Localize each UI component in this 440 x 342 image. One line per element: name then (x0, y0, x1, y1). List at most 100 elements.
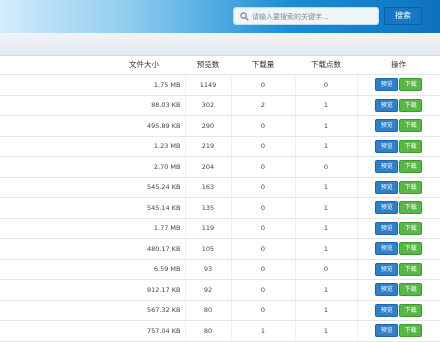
table-header: 文件大小 预览数 下载量 下载点数 操作 (0, 55, 440, 75)
download-count-cell: 0 (231, 74, 296, 96)
download-count-cell: 0 (231, 177, 296, 198)
search-icon (240, 12, 249, 21)
file-size-cell: 545.14 KB (0, 197, 186, 219)
download-points-cell: 1 (295, 218, 358, 239)
actions-cell: 预览 下载 (357, 95, 440, 116)
table-row: 1.77 MB 119 0 1 预览 下载 (0, 218, 440, 239)
preview-button[interactable]: 预览 (375, 303, 399, 317)
download-count-cell: 2 (231, 95, 296, 116)
actions-cell: 预览 下载 (357, 279, 440, 301)
file-size-cell: 480.17 KB (0, 238, 186, 260)
download-button[interactable]: 下载 (399, 201, 423, 215)
download-button[interactable]: 下载 (399, 283, 423, 297)
column-header-size: 文件大小 (0, 55, 185, 75)
download-count-cell: 0 (231, 300, 296, 321)
download-points-cell: 1 (295, 300, 358, 321)
preview-button[interactable]: 预览 (375, 242, 399, 256)
preview-count-cell: 204 (185, 156, 232, 178)
download-button[interactable]: 下载 (399, 262, 423, 276)
download-points-cell: 1 (295, 136, 358, 157)
preview-count-cell: 119 (185, 218, 232, 239)
download-count-cell: 0 (231, 259, 296, 280)
search-box[interactable] (233, 7, 379, 25)
actions-cell: 预览 下载 (357, 177, 440, 198)
download-points-cell: 1 (295, 238, 358, 260)
preview-count-cell: 92 (185, 279, 232, 301)
preview-button[interactable]: 预览 (375, 78, 399, 92)
download-button[interactable]: 下载 (399, 139, 423, 153)
table-row: 88.03 KB 302 2 1 预览 下载 (0, 95, 440, 116)
download-button[interactable]: 下载 (399, 119, 423, 133)
file-size-cell: 1.75 MB (0, 74, 186, 96)
table-row: 545.24 KB 163 0 1 预览 下载 (0, 177, 440, 198)
preview-button[interactable]: 预览 (375, 139, 399, 153)
file-table: 文件大小 预览数 下载量 下载点数 操作 1.75 MB 1149 0 0 预览 下载 88… (0, 55, 440, 342)
actions-cell: 预览 下载 (357, 74, 440, 96)
preview-button[interactable]: 预览 (375, 160, 399, 174)
preview-button[interactable]: 预览 (375, 119, 399, 133)
preview-button[interactable]: 预览 (375, 262, 399, 276)
search-input[interactable] (252, 10, 374, 23)
download-points-cell: 0 (295, 74, 358, 96)
download-count-cell: 0 (231, 218, 296, 239)
actions-cell: 预览 下载 (357, 136, 440, 157)
table-row: 1.75 MB 1149 0 0 预览 下载 (0, 74, 440, 96)
file-size-cell: 495.89 KB (0, 115, 186, 137)
preview-count-cell: 135 (185, 197, 232, 219)
preview-count-cell: 80 (185, 300, 232, 321)
download-button[interactable]: 下载 (399, 221, 423, 235)
preview-count-cell: 163 (185, 177, 232, 198)
file-size-cell: 567.32 KB (0, 300, 186, 321)
top-banner: 搜索 (0, 0, 440, 33)
column-header-previews[interactable]: 预览数 (185, 55, 231, 75)
column-header-points[interactable]: 下载点数 (295, 55, 357, 75)
table-row: 480.17 KB 105 0 1 预览 下载 (0, 238, 440, 260)
table-row: 2.70 MB 204 0 0 预览 下载 (0, 156, 440, 178)
table-row: 6.59 MB 93 0 0 预览 下载 (0, 259, 440, 280)
column-header-downloads[interactable]: 下载量 (231, 55, 295, 75)
table-row: 495.89 KB 290 0 1 预览 下载 (0, 115, 440, 137)
download-button[interactable]: 下载 (399, 98, 423, 112)
actions-cell: 预览 下载 (357, 300, 440, 321)
actions-cell: 预览 下载 (357, 115, 440, 137)
file-size-cell: 545.24 KB (0, 177, 186, 198)
download-points-cell: 1 (295, 95, 358, 116)
preview-button[interactable]: 预览 (375, 98, 399, 112)
download-points-cell: 0 (295, 259, 358, 280)
preview-button[interactable]: 预览 (375, 283, 399, 297)
download-button[interactable]: 下载 (399, 78, 423, 92)
download-count-cell: 0 (231, 115, 296, 137)
download-button[interactable]: 下载 (399, 242, 423, 256)
download-button[interactable]: 下载 (399, 180, 423, 194)
download-count-cell: 0 (231, 238, 296, 260)
actions-cell: 预览 下载 (357, 238, 440, 260)
actions-cell: 预览 下载 (357, 156, 440, 178)
column-header-actions: 操作 (357, 55, 440, 75)
table-row: 1.23 MB 219 0 1 预览 下载 (0, 136, 440, 157)
table-row: 567.32 KB 80 0 1 预览 下载 (0, 300, 440, 321)
download-points-cell: 1 (295, 197, 358, 219)
download-points-cell: 1 (295, 115, 358, 137)
download-button[interactable]: 下载 (399, 303, 423, 317)
table-row: 545.14 KB 135 0 1 预览 下载 (0, 197, 440, 219)
download-count-cell: 0 (231, 136, 296, 157)
preview-button[interactable]: 预览 (375, 221, 399, 235)
file-size-cell: 88.03 KB (0, 95, 186, 116)
download-button[interactable]: 下载 (399, 160, 423, 174)
table-row: 912.17 KB 92 0 1 预览 下载 (0, 279, 440, 301)
preview-button[interactable]: 预览 (375, 201, 399, 215)
preview-count-cell: 105 (185, 238, 232, 260)
file-size-cell: 1.77 MB (0, 218, 186, 239)
download-points-cell: 1 (295, 177, 358, 198)
download-points-cell: 1 (295, 279, 358, 301)
file-size-cell: 1.23 MB (0, 136, 186, 157)
download-count-cell: 0 (231, 156, 296, 178)
preview-button[interactable]: 预览 (375, 180, 399, 194)
preview-count-cell: 93 (185, 259, 232, 280)
search-button[interactable]: 搜索 (384, 7, 422, 25)
download-count-cell: 0 (231, 197, 296, 219)
actions-cell: 预览 下载 (357, 259, 440, 280)
preview-count-cell: 290 (185, 115, 232, 137)
preview-count-cell: 302 (185, 95, 232, 116)
file-size-cell: 6.59 MB (0, 259, 186, 280)
